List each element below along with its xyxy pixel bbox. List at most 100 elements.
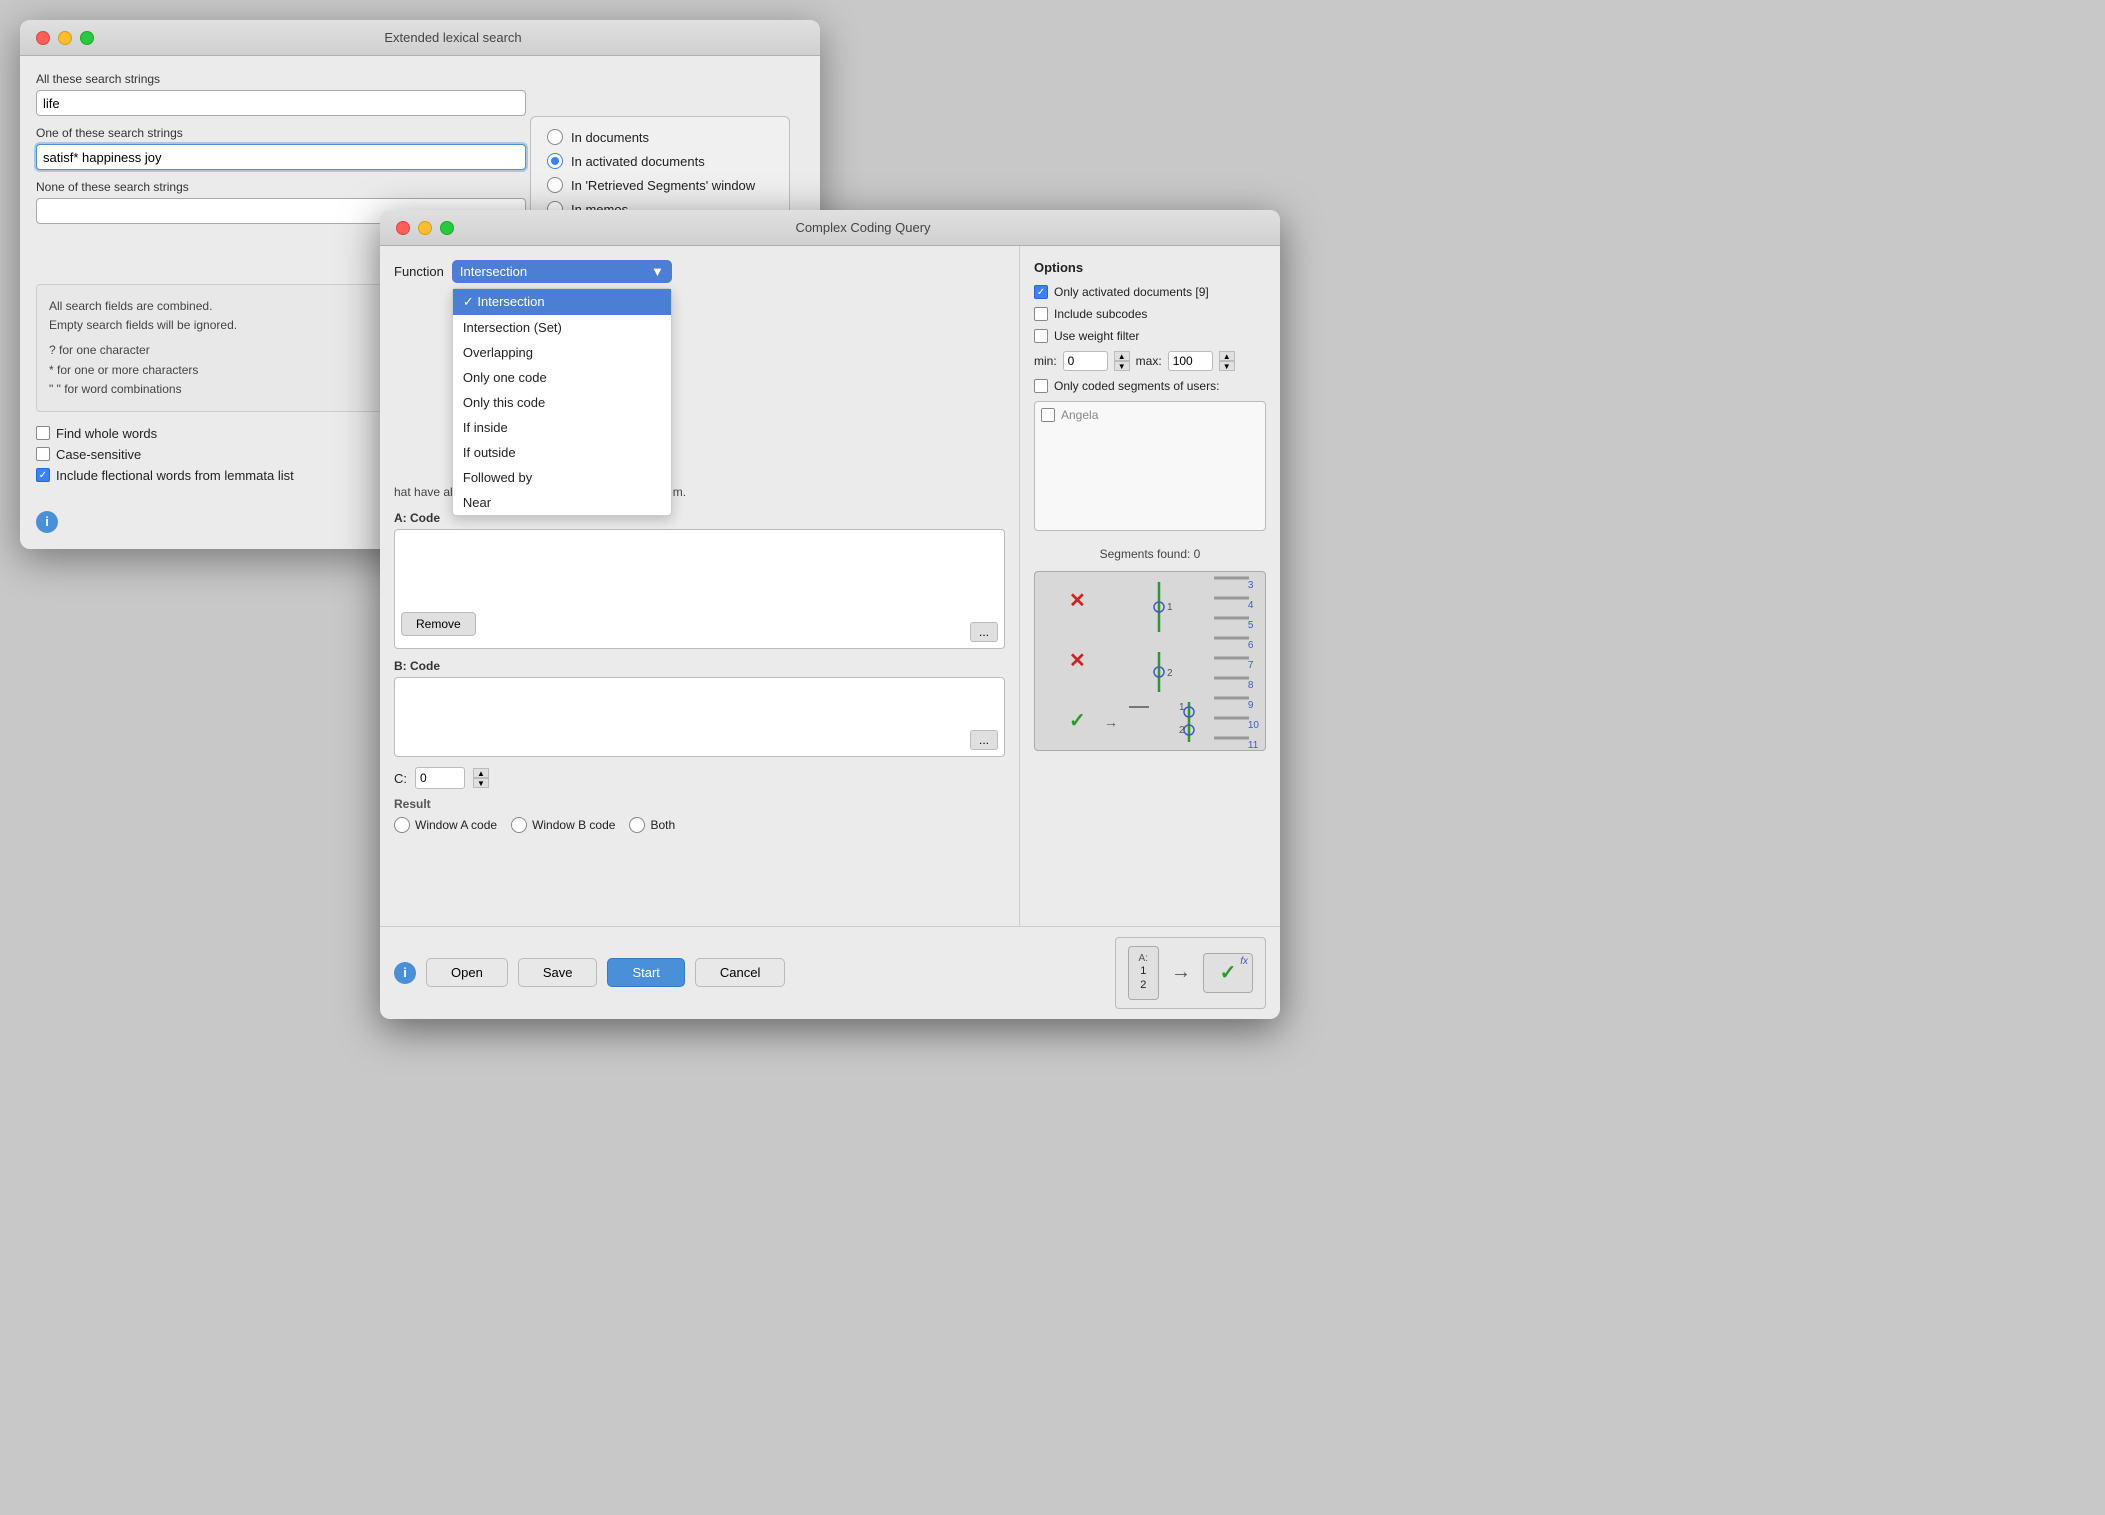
use-weight-checkbox[interactable] (1034, 329, 1048, 343)
dots-button-a[interactable]: ... (970, 622, 998, 642)
result-b-label: Window B code (532, 818, 615, 832)
weight-max-down[interactable]: ▼ (1219, 361, 1235, 371)
dropdown-item-only-this[interactable]: Only this code (453, 390, 671, 415)
include-subcodes-checkbox[interactable] (1034, 307, 1048, 321)
start-button[interactable]: Start (607, 958, 684, 987)
svg-text:✕: ✕ (1069, 650, 1086, 672)
dropdown-item-followed-by[interactable]: Followed by (453, 465, 671, 490)
result-radio-row: Window A code Window B code Both (394, 817, 1005, 833)
segments-found: Segments found: 0 (1034, 547, 1266, 561)
radio-in-activated[interactable]: In activated documents (547, 153, 773, 169)
svg-text:2: 2 (1179, 725, 1185, 736)
only-activated-label: Only activated documents [9] (1054, 285, 1209, 299)
weight-max-up[interactable]: ▲ (1219, 351, 1235, 361)
diagram-a-values: 12 (1139, 964, 1148, 993)
ccq-close-button[interactable] (396, 221, 410, 235)
dropdown-item-near[interactable]: Near (453, 490, 671, 515)
radio-retrieved-label: In 'Retrieved Segments' window (571, 178, 755, 193)
segments-found-text: Segments found: 0 (1100, 547, 1201, 561)
footer-info-icon[interactable]: i (394, 962, 416, 984)
function-dropdown-container: Intersection ▼ ✓ Intersection Intersecti… (452, 260, 672, 283)
c-row: C: ▲ ▼ (394, 767, 1005, 789)
lexical-window-title: Extended lexical search (102, 30, 804, 45)
find-whole-words-checkbox[interactable] (36, 426, 50, 440)
info-icon[interactable]: i (36, 511, 58, 533)
minimize-button[interactable] (58, 31, 72, 45)
function-label: Function (394, 264, 444, 279)
function-selected-label: Intersection (460, 264, 527, 279)
cancel-button[interactable]: Cancel (695, 958, 785, 987)
dropdown-item-only-one[interactable]: Only one code (453, 365, 671, 390)
close-button[interactable] (36, 31, 50, 45)
weight-min-input[interactable] (1063, 351, 1108, 371)
diagram-arrow: → (1171, 961, 1191, 984)
function-dropdown-selected[interactable]: Intersection ▼ (452, 260, 672, 283)
ccq-titlebar: Complex Coding Query (380, 210, 1280, 246)
dots-button-b[interactable]: ... (970, 730, 998, 750)
one-string-input[interactable] (36, 144, 526, 170)
result-both-label: Both (650, 818, 675, 832)
c-input[interactable] (415, 767, 465, 789)
viz-svg: ✕ ✕ ✓ → 1 2 1 2 (1039, 572, 1259, 751)
radio-in-activated-button[interactable] (547, 153, 563, 169)
code-area-b[interactable]: ... (394, 677, 1005, 757)
all-strings-label: All these search strings (36, 72, 804, 86)
result-window-a[interactable]: Window A code (394, 817, 497, 833)
bottom-diagram: A: 12 → fx ✓ (1115, 937, 1266, 1009)
radio-in-documents[interactable]: In documents (547, 129, 773, 145)
ccq-maximize-button[interactable] (440, 221, 454, 235)
user-angela-checkbox[interactable] (1041, 408, 1055, 422)
use-weight-option: Use weight filter (1034, 329, 1266, 343)
radio-retrieved-segments[interactable]: In 'Retrieved Segments' window (547, 177, 773, 193)
c-stepper-up[interactable]: ▲ (473, 768, 489, 778)
find-whole-words-label: Find whole words (56, 426, 157, 441)
c-label: C: (394, 771, 407, 786)
ccq-body: Function Intersection ▼ ✓ Intersection I… (380, 246, 1280, 926)
result-label: Result (394, 797, 1005, 811)
weight-min-up[interactable]: ▲ (1114, 351, 1130, 361)
include-subcodes-label: Include subcodes (1054, 307, 1147, 321)
weight-max-input[interactable] (1168, 351, 1213, 371)
save-button[interactable]: Save (518, 958, 598, 987)
diagram-a-label: A: (1139, 953, 1148, 964)
all-strings-input[interactable] (36, 90, 526, 116)
weight-min-down[interactable]: ▼ (1114, 361, 1130, 371)
weight-min-stepper: ▲ ▼ (1114, 351, 1130, 371)
dropdown-item-intersection[interactable]: ✓ Intersection (453, 289, 671, 315)
only-activated-checkbox[interactable] (1034, 285, 1048, 299)
ccq-left-panel: Function Intersection ▼ ✓ Intersection I… (380, 246, 1020, 926)
ccq-right-panel: Options Only activated documents [9] Inc… (1020, 246, 1280, 926)
user-angela-row: Angela (1041, 408, 1259, 422)
result-both[interactable]: Both (629, 817, 675, 833)
case-sensitive-checkbox[interactable] (36, 447, 50, 461)
dropdown-item-overlapping[interactable]: Overlapping (453, 340, 671, 365)
radio-in-documents-button[interactable] (547, 129, 563, 145)
diagram-a-box: A: 12 (1128, 946, 1159, 1000)
svg-text:2: 2 (1167, 668, 1173, 679)
only-coded-checkbox[interactable] (1034, 379, 1048, 393)
result-b-radio[interactable] (511, 817, 527, 833)
remove-button[interactable]: Remove (401, 612, 476, 636)
maximize-button[interactable] (80, 31, 94, 45)
users-list: Angela (1034, 401, 1266, 531)
radio-retrieved-button[interactable] (547, 177, 563, 193)
open-button[interactable]: Open (426, 958, 508, 987)
dropdown-item-if-outside[interactable]: If outside (453, 440, 671, 465)
dropdown-item-intersection-set[interactable]: Intersection (Set) (453, 315, 671, 340)
lemmata-checkbox[interactable] (36, 468, 50, 482)
dropdown-chevron: ▼ (651, 264, 664, 279)
code-area-a[interactable]: Remove ... (394, 529, 1005, 649)
function-row: Function Intersection ▼ ✓ Intersection I… (394, 260, 1005, 283)
ccq-minimize-button[interactable] (418, 221, 432, 235)
result-a-radio[interactable] (394, 817, 410, 833)
result-both-radio[interactable] (629, 817, 645, 833)
only-coded-option: Only coded segments of users: (1034, 379, 1266, 393)
dropdown-item-if-inside[interactable]: If inside (453, 415, 671, 440)
only-coded-label: Only coded segments of users: (1054, 379, 1219, 393)
options-title: Options (1034, 260, 1266, 275)
c-stepper-down[interactable]: ▼ (473, 778, 489, 788)
code-area-a-section: A: Code Remove ... (394, 511, 1005, 649)
function-dropdown-menu: ✓ Intersection Intersection (Set) Overla… (452, 288, 672, 516)
result-window-b[interactable]: Window B code (511, 817, 615, 833)
code-area-b-label: B: Code (394, 659, 1005, 673)
